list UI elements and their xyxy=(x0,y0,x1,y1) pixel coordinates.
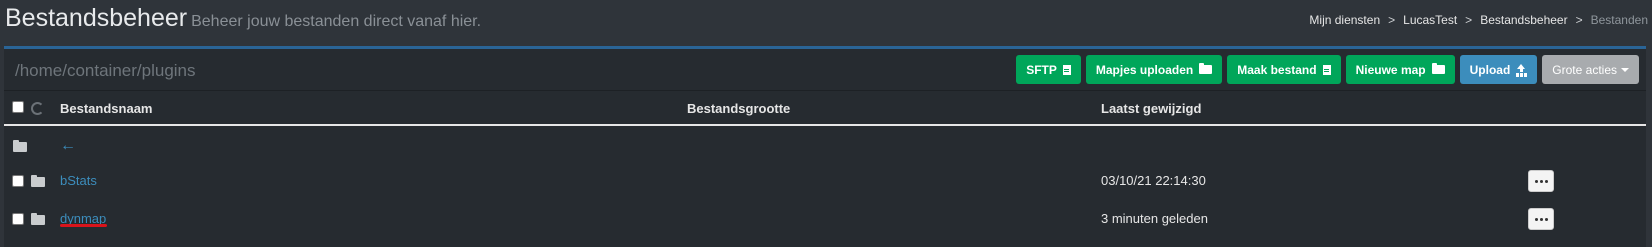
upload-icon xyxy=(1516,64,1527,75)
file-modified: 03/10/21 22:14:30 xyxy=(1101,173,1206,188)
breadcrumb-separator: > xyxy=(1465,13,1473,27)
file-icon xyxy=(1062,64,1071,75)
column-header-name[interactable]: Bestandsnaam xyxy=(60,101,152,116)
breadcrumb: Mijn diensten > LucasTest > Bestandsbeheer > B… xyxy=(1309,13,1648,27)
breadcrumb-item-diensten[interactable]: Mijn diensten xyxy=(1309,13,1380,27)
row-checkbox[interactable] xyxy=(12,213,24,225)
row-checkbox[interactable] xyxy=(12,175,24,187)
ellipsis-icon xyxy=(1539,217,1543,221)
file-modified: 3 minuten geleden xyxy=(1101,211,1208,226)
make-file-button[interactable]: Maak bestand xyxy=(1227,55,1341,84)
row-actions-button[interactable] xyxy=(1528,170,1554,192)
ellipsis-icon xyxy=(1544,179,1548,183)
folder-open-icon xyxy=(1431,63,1445,74)
bulk-actions-dropdown[interactable]: Grote acties xyxy=(1542,55,1639,84)
breadcrumb-item-lucastest[interactable]: LucasTest xyxy=(1403,13,1457,27)
table-row: dynmap 3 minuten geleden xyxy=(4,202,1646,240)
ellipsis-icon xyxy=(1534,179,1538,183)
column-header-size[interactable]: Bestandsgrootte xyxy=(687,101,790,116)
page-subtitle: Beheer jouw bestanden direct vanaf hier. xyxy=(191,13,482,30)
red-underline-annotation xyxy=(60,224,107,227)
refresh-icon[interactable] xyxy=(31,102,44,115)
row-actions-button[interactable] xyxy=(1528,208,1554,230)
upload-label: Upload xyxy=(1469,62,1511,77)
toolbar: SFTP Mapjes uploaden Maak bestand Nieuwe… xyxy=(1016,55,1639,84)
folder-icon xyxy=(31,175,45,187)
sftp-label: SFTP xyxy=(1026,62,1057,77)
breadcrumb-item-bestandsbeheer[interactable]: Bestandsbeheer xyxy=(1480,13,1567,27)
folder-icon xyxy=(13,140,27,152)
table-row: bStats 03/10/21 22:14:30 xyxy=(4,164,1646,202)
current-path: /home/container/plugins xyxy=(15,61,196,80)
file-icon xyxy=(1322,64,1331,75)
ellipsis-icon xyxy=(1534,217,1538,221)
upload-folders-button[interactable]: Mapjes uploaden xyxy=(1085,55,1223,84)
folder-icon xyxy=(31,213,45,225)
select-all-checkbox[interactable] xyxy=(12,101,24,113)
upload-folders-label: Mapjes uploaden xyxy=(1095,62,1194,77)
new-folder-button[interactable]: Nieuwe map xyxy=(1345,55,1455,84)
page-title: Bestandsbeheer Beheer jouw bestanden dire… xyxy=(5,4,481,33)
file-manager-panel: /home/container/plugins SFTP Mapjes uplo… xyxy=(4,46,1646,247)
breadcrumb-separator: > xyxy=(1388,13,1396,27)
upload-button[interactable]: Upload xyxy=(1459,55,1538,84)
path-bar: /home/container/plugins SFTP Mapjes uplo… xyxy=(4,49,1646,91)
page-header: Bestandsbeheer Beheer jouw bestanden dire… xyxy=(0,0,1652,40)
breadcrumb-item-active: Bestanden xyxy=(1590,13,1648,27)
new-folder-label: Nieuwe map xyxy=(1355,62,1426,77)
make-file-label: Maak bestand xyxy=(1237,62,1317,77)
folder-open-icon xyxy=(1199,63,1213,74)
table-row-parent: ← xyxy=(4,128,1646,166)
sftp-button[interactable]: SFTP xyxy=(1016,55,1081,84)
table-header: Bestandsnaam Bestandsgrootte Laatst gewi… xyxy=(4,91,1646,126)
caret-down-icon xyxy=(1621,67,1629,72)
file-name-link[interactable]: bStats xyxy=(60,173,97,188)
breadcrumb-separator: > xyxy=(1575,13,1583,27)
ellipsis-icon xyxy=(1539,179,1543,183)
column-header-modified[interactable]: Laatst gewijzigd xyxy=(1101,101,1201,116)
ellipsis-icon xyxy=(1544,217,1548,221)
bulk-actions-label: Grote acties xyxy=(1552,62,1617,77)
page-title-text: Bestandsbeheer xyxy=(5,4,188,32)
parent-directory-link[interactable]: ← xyxy=(60,137,76,155)
